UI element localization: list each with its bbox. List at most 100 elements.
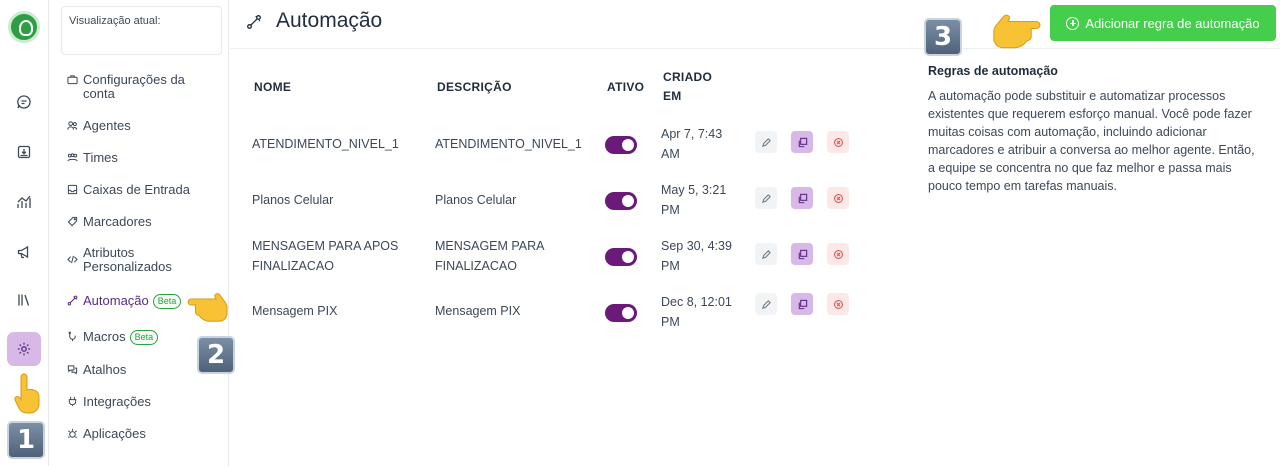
sidebar-item-label: Agentes	[83, 118, 131, 133]
current-view-label: Visualização atual:	[69, 15, 161, 27]
sidebar-item-label: Atalhos	[83, 362, 127, 377]
delete-button[interactable]	[827, 243, 849, 265]
sidebar-item-label: Atributos Personalizados	[83, 245, 172, 274]
add-automation-rule-button[interactable]: Adicionar regra de automação	[1050, 5, 1276, 41]
pointing-hand-icon	[14, 373, 40, 414]
plus-circle-icon	[1066, 16, 1080, 30]
sidebar-item-teams[interactable]: Times	[67, 151, 118, 165]
sidebar-item-account-settings[interactable]: Configurações da conta	[67, 73, 213, 101]
rule-name: Planos Celular	[252, 193, 334, 207]
main-content: Automação Adicionar regra de automação N…	[230, 0, 1280, 466]
beta-badge: Beta	[129, 330, 159, 345]
active-toggle[interactable]	[605, 304, 637, 322]
close-circle-icon	[833, 299, 843, 309]
inbox-icon[interactable]	[12, 140, 36, 164]
column-header-name: NOME	[254, 80, 292, 94]
sidebar-item-label: Times	[83, 150, 118, 165]
rule-description: MENSAGEM PARA FINALIZACAO	[435, 239, 544, 273]
close-circle-icon	[833, 137, 843, 147]
library-icon[interactable]	[12, 288, 36, 312]
sidebar-item-inboxes[interactable]: Caixas de Entrada	[67, 183, 190, 197]
sidebar-item-applications[interactable]: Aplicações	[67, 427, 146, 441]
edit-button[interactable]	[755, 243, 777, 265]
macro-icon	[67, 330, 83, 342]
active-toggle[interactable]	[605, 192, 637, 210]
sidebar-item-custom-attributes[interactable]: Atributos Personalizados	[67, 246, 203, 274]
sidebar-item-label: Marcadores	[83, 214, 152, 229]
conversations-icon[interactable]	[12, 90, 36, 114]
rule-description: Planos Celular	[435, 193, 517, 207]
info-body: A automação pode substituir e automatiza…	[928, 89, 1255, 193]
sidebar-item-labels[interactable]: Marcadores	[67, 215, 152, 229]
info-title: Regras de automação	[928, 64, 1058, 78]
sidebar-item-label: Automação	[83, 293, 149, 308]
edit-button[interactable]	[755, 187, 777, 209]
column-header-description: DESCRIÇÃO	[437, 80, 512, 94]
rule-created: Sep 30, 4:39 PM	[661, 239, 732, 273]
table-row: Planos Celular Planos Celular May 5, 3:2…	[252, 172, 892, 228]
delete-button[interactable]	[827, 187, 849, 209]
copy-icon	[798, 137, 807, 147]
clone-button[interactable]	[791, 187, 813, 209]
delete-button[interactable]	[827, 293, 849, 315]
clone-button[interactable]	[791, 131, 813, 153]
team-icon	[67, 151, 83, 163]
rule-description: Mensagem PIX	[435, 304, 521, 318]
people-icon	[67, 119, 83, 131]
reports-icon[interactable]	[12, 190, 36, 214]
close-circle-icon	[833, 249, 843, 259]
table-row: ATENDIMENTO_NIVEL_1 ATENDIMENTO_NIVEL_1 …	[252, 116, 892, 172]
edit-button[interactable]	[755, 293, 777, 315]
inbox-icon	[67, 183, 83, 195]
copy-icon	[798, 193, 807, 203]
sidebar-item-integrations[interactable]: Integrações	[67, 395, 151, 409]
active-toggle[interactable]	[605, 248, 637, 266]
pencil-icon	[761, 193, 771, 203]
sidebar-item-label: Aplicações	[83, 426, 146, 441]
apps-icon	[67, 427, 83, 439]
briefcase-icon	[67, 73, 83, 85]
step-marker-3: 3	[924, 18, 962, 56]
add-button-label: Adicionar regra de automação	[1085, 15, 1260, 31]
sidebar-item-label: Macros	[83, 329, 126, 344]
step-marker-2: 2	[197, 336, 235, 374]
rule-description: ATENDIMENTO_NIVEL_1	[435, 137, 582, 151]
edit-button[interactable]	[755, 131, 777, 153]
table-row: Mensagem PIX Mensagem PIX Dec 8, 12:01 P…	[252, 284, 892, 340]
pointing-hand-icon	[993, 14, 1041, 49]
tag-icon	[67, 215, 83, 227]
column-header-active: ATIVO	[607, 80, 645, 94]
automation-icon	[247, 15, 261, 29]
copy-icon	[798, 299, 807, 309]
current-view-box[interactable]: Visualização atual:	[61, 6, 222, 55]
chat-icon	[67, 363, 83, 375]
rule-name: ATENDIMENTO_NIVEL_1	[252, 137, 399, 151]
code-icon	[67, 246, 83, 265]
sidebar-item-label: Caixas de Entrada	[83, 182, 190, 197]
sidebar-item-label: Integrações	[83, 394, 151, 409]
sidebar-item-agents[interactable]: Agentes	[67, 119, 131, 133]
rule-created: May 5, 3:21 PM	[661, 183, 727, 217]
settings-icon[interactable]	[7, 332, 41, 366]
page-header: Automação Adicionar regra de automação	[230, 0, 1280, 49]
sidebar-item-macros[interactable]: Macros Beta	[67, 329, 159, 345]
settings-sidebar: Visualização atual: Configurações da con…	[53, 0, 229, 466]
plug-icon	[67, 395, 83, 407]
active-toggle[interactable]	[605, 136, 637, 154]
app-logo[interactable]	[8, 11, 40, 43]
column-header-created: CRIADO EM	[663, 70, 713, 103]
rule-name: Mensagem PIX	[252, 304, 338, 318]
sidebar-item-label: Configurações da conta	[83, 72, 185, 101]
pencil-icon	[761, 249, 771, 259]
copy-icon	[798, 249, 807, 259]
pencil-icon	[761, 137, 771, 147]
clone-button[interactable]	[791, 293, 813, 315]
pointing-hand-icon	[187, 293, 228, 322]
delete-button[interactable]	[827, 131, 849, 153]
pencil-icon	[761, 299, 771, 309]
campaigns-icon[interactable]	[12, 240, 36, 264]
rule-created: Dec 8, 12:01 PM	[661, 295, 732, 329]
sidebar-item-automation[interactable]: Automação Beta	[67, 293, 182, 309]
clone-button[interactable]	[791, 243, 813, 265]
sidebar-item-canned-responses[interactable]: Atalhos	[67, 363, 126, 377]
